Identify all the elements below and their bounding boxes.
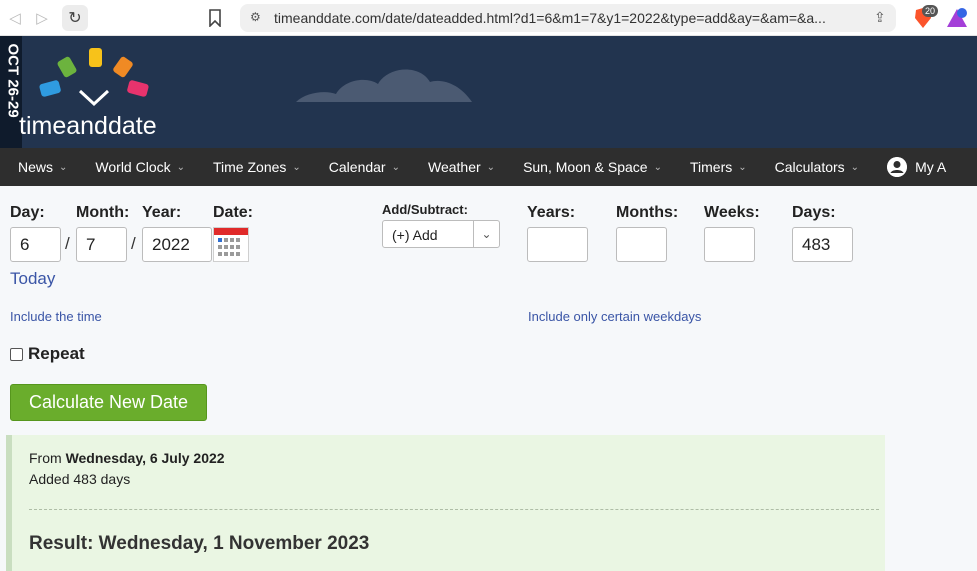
- forward-icon[interactable]: ▷: [31, 7, 53, 29]
- result-panel: From Wednesday, 6 July 2022 Added 483 da…: [6, 435, 885, 571]
- nav-my-account[interactable]: My A: [869, 157, 946, 177]
- weeks-input[interactable]: [704, 227, 755, 262]
- nav-timers[interactable]: Timers ⌄: [672, 159, 747, 175]
- chevron-down-icon: ⌄: [176, 161, 185, 173]
- cloud-decoration: [296, 69, 472, 102]
- logo-text[interactable]: timeanddate: [19, 112, 157, 141]
- weeks-label: Weeks:: [704, 204, 760, 221]
- add-subtract-select[interactable]: (+) Add ⌄: [382, 220, 500, 248]
- chevron-down-icon: ⌄: [292, 161, 301, 173]
- repeat-option[interactable]: Repeat: [10, 344, 85, 364]
- chevron-down-icon: ⌄: [59, 161, 68, 173]
- add-subtract-value: (+) Add: [392, 227, 438, 243]
- day-label: Day:: [10, 204, 45, 221]
- chevron-down-icon: ⌄: [486, 161, 496, 173]
- nav-world-clock[interactable]: World Clock ⌄: [77, 159, 185, 175]
- include-weekdays-link[interactable]: Include only certain weekdays: [528, 309, 701, 324]
- repeat-label: Repeat: [28, 344, 85, 363]
- years-input[interactable]: [527, 227, 588, 262]
- nav-weather[interactable]: Weather ⌄: [410, 159, 495, 175]
- url-text: timeanddate.com/date/dateadded.html?d1=6…: [274, 10, 826, 26]
- main-nav: News ⌄ World Clock ⌄ Time Zones ⌄ Calendar ⌄…: [0, 148, 977, 186]
- bookmark-icon[interactable]: [208, 9, 222, 27]
- nav-calendar[interactable]: Calendar ⌄: [311, 159, 400, 175]
- chevron-down-icon: ⌄: [850, 161, 860, 173]
- nav-time-zones[interactable]: Time Zones ⌄: [195, 159, 301, 175]
- date-separator: /: [65, 234, 70, 253]
- calculate-button[interactable]: Calculate New Date: [10, 384, 207, 421]
- calendar-icon[interactable]: [213, 227, 249, 262]
- result-date: Result: Wednesday, 1 November 2023: [29, 533, 370, 554]
- address-bar[interactable]: ⚙ timeanddate.com/date/dateadded.html?d1…: [240, 4, 896, 32]
- month-label: Month:: [76, 204, 130, 221]
- added-line: Added 483 days: [29, 471, 131, 487]
- nav-sun-moon-space[interactable]: Sun, Moon & Space ⌄: [505, 159, 662, 175]
- from-date: Wednesday, 6 July 2022: [65, 450, 225, 466]
- account-icon: [887, 157, 908, 177]
- repeat-checkbox[interactable]: [10, 347, 23, 361]
- date-separator: /: [131, 234, 136, 253]
- day-input[interactable]: [10, 227, 61, 262]
- share-icon[interactable]: ⇪: [874, 9, 886, 26]
- add-subtract-label: Add/Subtract:: [382, 202, 468, 217]
- months-input[interactable]: [616, 227, 667, 262]
- result-divider: [29, 509, 879, 510]
- years-label: Years:: [527, 204, 576, 221]
- browser-toolbar: ◁ ▷ ↻ ⚙ timeanddate.com/date/dateadded.h…: [0, 0, 977, 36]
- months-label: Months:: [616, 204, 679, 221]
- year-label: Year:: [142, 204, 182, 221]
- month-input[interactable]: [76, 227, 127, 262]
- back-icon[interactable]: ◁: [4, 7, 26, 29]
- nav-calculators[interactable]: Calculators ⌄: [757, 159, 859, 175]
- nav-news[interactable]: News ⌄: [0, 159, 67, 175]
- chevron-down-icon: ⌄: [738, 161, 747, 173]
- today-link[interactable]: Today: [10, 269, 55, 289]
- from-line: From Wednesday, 6 July 2022: [29, 450, 225, 466]
- chevron-down-icon: ⌄: [653, 161, 662, 173]
- reload-icon[interactable]: ↻: [62, 5, 88, 31]
- chevron-down-icon: ⌄: [473, 221, 499, 247]
- days-label: Days:: [792, 204, 836, 221]
- year-input[interactable]: [142, 227, 212, 262]
- chevron-down-icon: ⌄: [391, 161, 400, 173]
- extension-icon[interactable]: [946, 7, 968, 29]
- site-settings-icon[interactable]: ⚙: [250, 10, 266, 26]
- days-input[interactable]: [792, 227, 853, 262]
- brave-badge: 20: [922, 5, 939, 17]
- include-time-link[interactable]: Include the time: [10, 309, 102, 324]
- site-header: OCT 26-29 timeanddate: [0, 36, 977, 148]
- logo-mark[interactable]: [36, 46, 156, 112]
- date-label: Date:: [213, 204, 254, 221]
